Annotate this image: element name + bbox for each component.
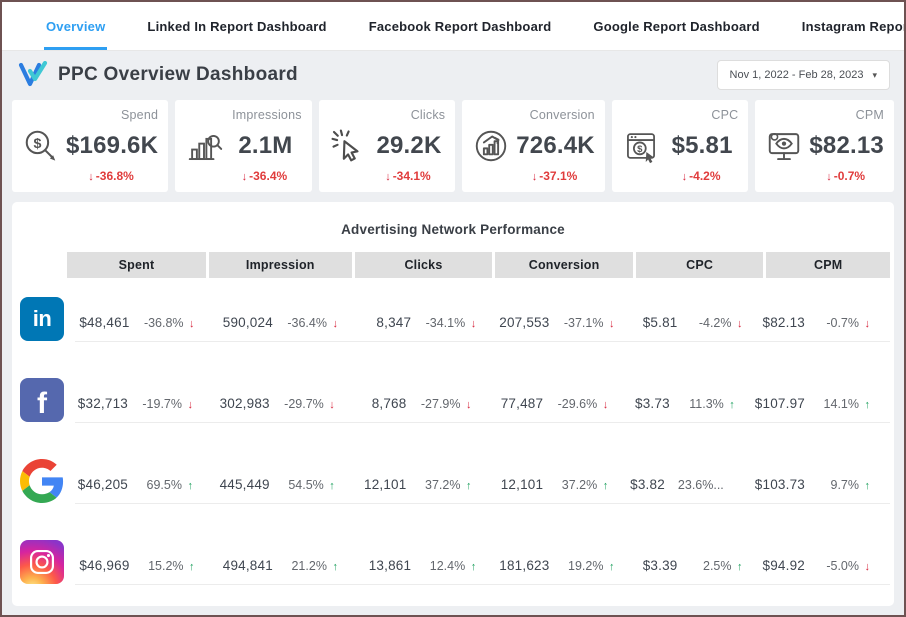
google-icon [20, 459, 64, 503]
tab-linkedin-report[interactable]: Linked In Report Dashboard [145, 2, 328, 50]
kpi-delta: -0.7% [765, 169, 884, 183]
spend-search-dollar-icon: $ [22, 127, 60, 165]
cell-clicks: 8,347-34.1% [358, 315, 496, 330]
kpi-label: CPC [622, 108, 739, 122]
col-header-spent: Spent [67, 252, 206, 278]
kpi-label: Conversion [472, 108, 595, 122]
kpi-delta: -34.1% [329, 169, 446, 183]
cpm-monitor-eye-icon [765, 127, 803, 165]
kpi-delta: -36.4% [185, 169, 302, 183]
cell-impression: 590,024-36.4% [215, 315, 358, 330]
caret-down-icon: ▾ [872, 70, 877, 81]
tab-instagram-report[interactable]: Instagram Report Dashboard [800, 2, 906, 50]
cell-clicks: 8,768-27.9% [355, 396, 492, 411]
cell-spent: $46,20569.5% [75, 477, 213, 492]
kpi-value: $169.6K [66, 132, 158, 160]
facebook-icon: f [20, 378, 64, 422]
kpi-card-cpc: CPC $ $5.81 -4.2% [612, 100, 749, 192]
cell-conversion: 12,10137.2% [491, 477, 628, 492]
page-title: PPC Overview Dashboard [58, 64, 298, 86]
kpi-label: Spend [22, 108, 158, 122]
linkedin-icon: in [20, 297, 64, 341]
facebook-icon-label: f [37, 389, 47, 419]
date-range-selector[interactable]: Nov 1, 2022 - Feb 28, 2023 ▾ [717, 60, 890, 90]
kpi-value: $5.81 [666, 132, 739, 160]
kpi-delta: -4.2% [622, 169, 739, 183]
cell-conversion: 207,553-37.1% [496, 315, 634, 330]
kpi-value: 29.2K [373, 132, 446, 160]
brand-v-logo-icon [18, 61, 48, 89]
cell-cpm: $82.13-0.7% [763, 315, 891, 330]
dashboard-page: Overview Linked In Report Dashboard Face… [0, 0, 906, 617]
cell-cpc: $3.8223.6%... [628, 477, 755, 492]
cell-cpc: $3.392.5% [634, 558, 762, 573]
col-header-impression: Impression [209, 252, 352, 278]
kpi-card-clicks: Clicks 29.2K -34.1% [319, 100, 456, 192]
cell-clicks: 13,86112.4% [358, 558, 496, 573]
cell-cpm: $103.739.7% [755, 477, 890, 492]
cell-spent: $32,713-19.7% [75, 396, 213, 411]
kpi-delta: -37.1% [472, 169, 595, 183]
svg-text:$: $ [637, 143, 643, 154]
table-title: Advertising Network Performance [12, 202, 894, 252]
instagram-icon [20, 540, 64, 584]
cell-cpc: $5.81-4.2% [634, 315, 762, 330]
click-cursor-icon [329, 127, 367, 165]
col-header-cpm: CPM [766, 252, 890, 278]
impressions-bars-magnifier-icon [185, 127, 223, 165]
tab-google-report[interactable]: Google Report Dashboard [591, 2, 761, 50]
kpi-value: 726.4K [516, 132, 595, 160]
kpi-label: Clicks [329, 108, 446, 122]
cell-impression: 494,84121.2% [215, 558, 358, 573]
cell-conversion: 181,62319.2% [496, 558, 634, 573]
col-header-clicks: Clicks [355, 252, 493, 278]
kpi-label: Impressions [185, 108, 302, 122]
col-header-conversion: Conversion [495, 252, 633, 278]
report-tabbar: Overview Linked In Report Dashboard Face… [2, 2, 904, 51]
cell-impression: 302,983-29.7% [213, 396, 355, 411]
cell-cpc: $3.7311.3% [628, 396, 755, 411]
kpi-label: CPM [765, 108, 884, 122]
table-row-google: $46,20569.5% 445,44954.5% 12,10137.2% 12… [12, 440, 894, 521]
table-header-row: Spent Impression Clicks Conversion CPC C… [67, 252, 890, 278]
svg-text:$: $ [33, 135, 41, 151]
kpi-card-impressions: Impressions 2.1M -36.4% [175, 100, 312, 192]
kpi-value: $82.13 [809, 132, 884, 160]
tab-facebook-report[interactable]: Facebook Report Dashboard [367, 2, 554, 50]
kpi-value: 2.1M [229, 132, 302, 160]
google-g-icon [20, 459, 64, 503]
kpi-card-conversion: Conversion 726.4K -37.1% [462, 100, 605, 192]
cell-cpm: $94.92-5.0% [763, 558, 891, 573]
cell-spent: $48,461-36.8% [75, 315, 215, 330]
table-row-instagram: $46,96915.2% 494,84121.2% 13,86112.4% 18… [12, 521, 894, 602]
network-performance-panel: Advertising Network Performance Spent Im… [12, 202, 894, 606]
table-row-linkedin: in $48,461-36.8% 590,024-36.4% 8,347-34.… [12, 278, 894, 359]
instagram-camera-icon [27, 547, 57, 577]
col-header-cpc: CPC [636, 252, 763, 278]
cell-clicks: 12,10137.2% [355, 477, 492, 492]
cell-conversion: 77,487-29.6% [491, 396, 628, 411]
kpi-card-cpm: CPM $82.13 -0.7% [755, 100, 894, 192]
tab-overview[interactable]: Overview [44, 2, 107, 50]
cpc-browser-dollar-icon: $ [622, 127, 660, 165]
cell-cpm: $107.9714.1% [755, 396, 890, 411]
kpi-row: Spend $ $169.6K -36.8% Impressions [12, 100, 894, 192]
table-row-facebook: f $32,713-19.7% 302,983-29.7% 8,768-27.9… [12, 359, 894, 440]
kpi-delta: -36.8% [22, 169, 158, 183]
cell-impression: 445,44954.5% [213, 477, 355, 492]
conversion-growth-circle-icon [472, 127, 510, 165]
date-range-value: Nov 1, 2022 - Feb 28, 2023 [730, 69, 864, 81]
linkedin-icon-label: in [33, 308, 52, 330]
page-header: PPC Overview Dashboard Nov 1, 2022 - Feb… [2, 51, 904, 97]
cell-spent: $46,96915.2% [75, 558, 215, 573]
kpi-card-spend: Spend $ $169.6K -36.8% [12, 100, 168, 192]
